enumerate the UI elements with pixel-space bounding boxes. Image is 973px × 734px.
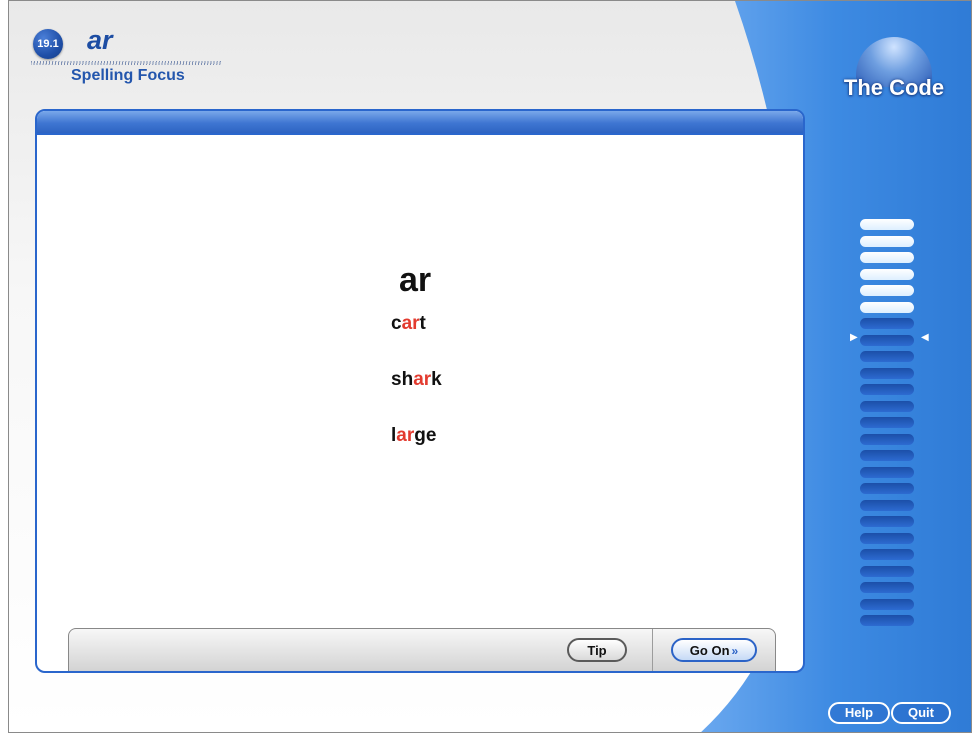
lesson-number-badge: 19.1 bbox=[33, 29, 63, 59]
progress-segment bbox=[860, 417, 914, 428]
progress-segment bbox=[860, 334, 914, 346]
progress-segment bbox=[860, 483, 914, 494]
help-button[interactable]: Help bbox=[828, 702, 890, 724]
progress-segment bbox=[860, 268, 914, 280]
progress-segment bbox=[860, 433, 914, 445]
progress-segment bbox=[860, 318, 914, 329]
progress-segment bbox=[860, 466, 914, 478]
progress-segment bbox=[860, 367, 914, 379]
progress-segment bbox=[860, 516, 914, 527]
app-window: 19.1 ar Spelling Focus The Code ar cart … bbox=[8, 0, 972, 733]
pattern-highlight: ar bbox=[396, 425, 415, 446]
lesson-subtitle: Spelling Focus bbox=[71, 67, 185, 84]
spelling-pattern-heading: ar bbox=[399, 261, 432, 299]
progress-segment bbox=[860, 384, 914, 395]
double-chevron-right-icon: » bbox=[731, 644, 739, 658]
go-on-button[interactable]: Go On» bbox=[671, 638, 757, 662]
lesson-card: ar cart shark large Tip Go On» bbox=[35, 109, 805, 673]
current-step-left-marker-icon: ▶ bbox=[850, 332, 858, 343]
word-item: cart bbox=[391, 313, 426, 334]
progress-segment bbox=[860, 499, 914, 511]
lesson-title: ar bbox=[87, 25, 113, 55]
card-header-bar bbox=[37, 111, 803, 135]
progress-segment bbox=[860, 615, 914, 626]
progress-segment bbox=[860, 252, 914, 263]
progress-segment bbox=[860, 219, 914, 230]
progress-segment bbox=[860, 400, 914, 412]
progress-segment bbox=[860, 565, 914, 577]
tip-button[interactable]: Tip bbox=[567, 638, 627, 662]
pattern-highlight: ar bbox=[401, 313, 420, 334]
word-item: shark bbox=[391, 369, 442, 390]
pattern-highlight: ar bbox=[413, 369, 432, 390]
toolbar-divider bbox=[652, 629, 653, 671]
card-footer-toolbar: Tip Go On» bbox=[68, 628, 776, 671]
progress-segment bbox=[860, 301, 914, 313]
progress-segment bbox=[860, 549, 914, 560]
progress-segment bbox=[860, 450, 914, 461]
current-step-right-marker-icon: ◀ bbox=[921, 332, 929, 343]
go-on-label: Go On bbox=[689, 643, 730, 658]
brand-title: The Code bbox=[843, 75, 945, 100]
title-divider bbox=[31, 61, 221, 65]
progress-segment bbox=[860, 582, 914, 593]
quit-button[interactable]: Quit bbox=[891, 702, 951, 724]
word-list: ar cart shark large bbox=[391, 261, 442, 481]
progress-segment bbox=[860, 235, 914, 247]
progress-segment bbox=[860, 285, 914, 296]
progress-segment bbox=[860, 532, 914, 544]
progress-meter bbox=[860, 219, 915, 632]
word-item: large bbox=[391, 425, 437, 446]
progress-segment bbox=[860, 351, 914, 362]
progress-segment bbox=[860, 598, 914, 610]
